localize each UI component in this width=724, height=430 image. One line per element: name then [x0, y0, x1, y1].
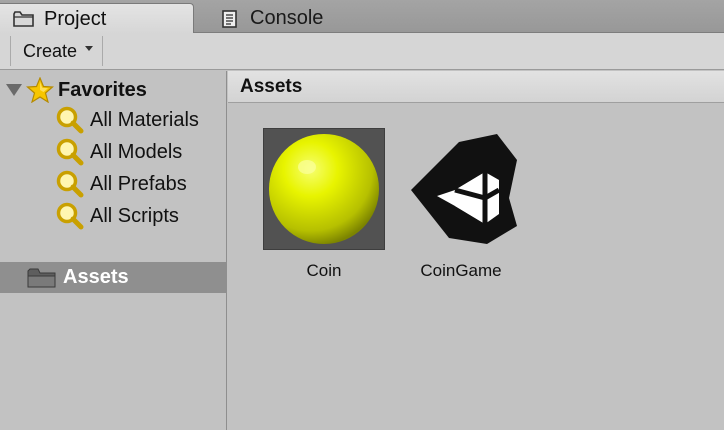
search-icon	[56, 138, 84, 166]
asset-name: CoinGame	[420, 261, 502, 280]
favorite-label: All Prefabs	[90, 172, 187, 195]
asset-thumbnail[interactable]	[400, 128, 522, 250]
asset-coingame[interactable]: CoinGame	[400, 128, 522, 281]
favorite-label: All Scripts	[90, 204, 179, 227]
search-icon	[56, 202, 84, 230]
folder-icon	[27, 268, 56, 287]
breadcrumb: Assets	[228, 71, 724, 103]
tree-item-label: Assets	[63, 266, 129, 288]
asset-thumbnail[interactable]	[263, 128, 385, 250]
favorites-header[interactable]: Favorites	[6, 77, 147, 103]
console-icon	[218, 9, 242, 29]
favorite-all-scripts[interactable]: All Scripts	[54, 202, 179, 230]
disclosure-triangle-icon[interactable]	[6, 84, 22, 96]
project-window: Project Console Create Favorites All Mat…	[0, 0, 724, 430]
favorite-label: All Materials	[90, 108, 199, 131]
create-dropdown-button[interactable]: Create	[10, 36, 103, 66]
star-icon	[26, 77, 54, 103]
tab-bar: Project Console	[0, 0, 724, 34]
favorite-all-models[interactable]: All Models	[54, 138, 182, 166]
sphere-material-icon	[269, 134, 379, 244]
create-label: Create	[23, 40, 78, 61]
tree-item-assets[interactable]: Assets	[0, 262, 227, 293]
favorites-label: Favorites	[58, 78, 147, 101]
asset-coin[interactable]: Coin	[263, 128, 385, 281]
search-icon	[56, 106, 84, 134]
tab-console-label: Console	[250, 7, 324, 29]
favorite-all-materials[interactable]: All Materials	[54, 106, 199, 134]
search-icon	[56, 170, 84, 198]
folder-icon	[12, 9, 36, 29]
asset-name: Coin	[306, 261, 342, 280]
favorite-all-prefabs[interactable]: All Prefabs	[54, 170, 187, 198]
asset-browser: Assets Coin CoinGame	[228, 71, 724, 430]
favorite-label: All Models	[90, 140, 183, 163]
toolbar: Create	[0, 33, 724, 70]
folder-tree-panel: Favorites All Materials All Models All P…	[0, 71, 227, 430]
breadcrumb-label[interactable]: Assets	[240, 76, 302, 98]
tab-project-label: Project	[44, 7, 107, 30]
tab-project[interactable]: Project	[0, 3, 194, 34]
dropdown-caret-icon	[85, 45, 94, 51]
unity-scene-icon	[411, 134, 517, 244]
tab-console[interactable]: Console	[206, 3, 356, 34]
